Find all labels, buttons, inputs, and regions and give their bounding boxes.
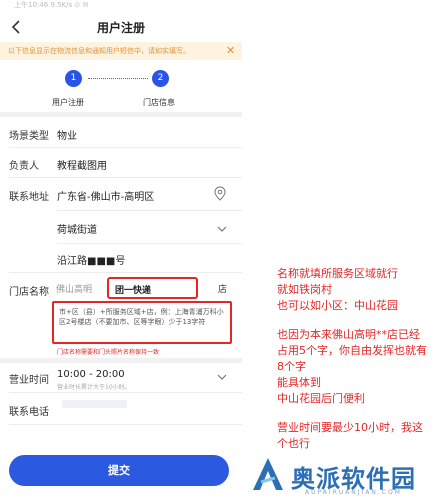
shop-name-prefix: 佛山高明 bbox=[56, 285, 93, 295]
annotation-line: 也因为本来佛山高明**店已经 bbox=[277, 328, 420, 341]
annotation-line: 就如铁岗村 bbox=[277, 283, 332, 296]
row-divider bbox=[9, 392, 242, 393]
contact-label: 负责人 bbox=[9, 161, 39, 172]
page-title: 用户注册 bbox=[96, 21, 145, 35]
step-2-circle: 2 bbox=[152, 70, 169, 87]
annotation-line: 能具体到 bbox=[277, 376, 321, 389]
location-pin-icon[interactable] bbox=[214, 186, 226, 202]
shop-name-value: 团一快递 bbox=[115, 286, 152, 296]
shop-name-input[interactable]: 团一快递 bbox=[107, 277, 198, 299]
shop-name-warning: 门店名称需要和门头照片名称保持一致 bbox=[57, 349, 160, 356]
row-divider bbox=[57, 210, 242, 211]
watermark-sub: AUPAIRUANJIAN.COM bbox=[305, 489, 402, 496]
venue-type-select[interactable]: 物业 bbox=[57, 127, 77, 142]
row-divider bbox=[57, 243, 242, 244]
step-1-label: 用户注册 bbox=[52, 98, 84, 107]
step-2-label: 门店信息 bbox=[143, 98, 175, 107]
region-select[interactable]: 广东省-佛山市-高明区 bbox=[57, 188, 154, 203]
shop-name-label: 门店名称 bbox=[9, 287, 49, 298]
hours-label: 营业时间 bbox=[9, 375, 49, 386]
row-divider bbox=[9, 177, 242, 178]
row-divider bbox=[9, 424, 242, 425]
shop-name-suffix: 店 bbox=[218, 285, 228, 295]
shop-name-hint-box: 市+区（县）+所服务区域+店，例：上海青浦万科小区2号楼店（不要加市、区等字眼）… bbox=[52, 301, 232, 344]
section-divider bbox=[0, 112, 242, 117]
section-divider bbox=[0, 358, 242, 363]
row-divider bbox=[9, 147, 242, 148]
annotation-line: 中山花园后门便利 bbox=[277, 392, 365, 405]
close-icon[interactable]: ✕ bbox=[226, 44, 235, 57]
logo-a-icon bbox=[253, 458, 283, 490]
annotation-line: 名称就填所服务区域就行 bbox=[277, 267, 398, 280]
watermark-logo: 奥派软件园 AUPAIRUANJIAN.COM bbox=[245, 456, 433, 500]
street-select[interactable]: 荷城街道 bbox=[57, 221, 97, 236]
submit-button[interactable]: 提交 bbox=[9, 455, 229, 486]
notice-banner: 以下信息显示在物流信息和通知用户短信中，请如实填写。 ✕ bbox=[0, 42, 242, 60]
venue-type-label: 场景类型 bbox=[9, 131, 49, 142]
status-bar: 上午10:46 9.5K/s ⊙ ✉ bbox=[0, 0, 433, 12]
hours-select[interactable]: 10:00 - 20:00 bbox=[57, 369, 125, 380]
step-indicator: 1 2 用户注册 门店信息 bbox=[0, 60, 242, 112]
phone-label: 联系电话 bbox=[9, 407, 49, 418]
contact-field[interactable]: 教程截图用 bbox=[57, 157, 107, 172]
address-detail-field[interactable]: 沿江路■■■号 bbox=[57, 252, 125, 267]
annotation-line: 占用5个字，你自由发挥也就有 bbox=[277, 344, 427, 357]
chevron-down-icon[interactable] bbox=[217, 224, 227, 234]
hours-note: 营业时长累计大于10小时。 bbox=[57, 384, 131, 391]
chevron-down-icon[interactable] bbox=[217, 372, 227, 382]
annotation-line: 营业时间要最少10小时，我这 bbox=[277, 421, 423, 434]
row-divider bbox=[9, 272, 242, 273]
annotation-line: 8个字 bbox=[277, 360, 306, 373]
step-1-circle: 1 bbox=[65, 70, 82, 87]
address-label: 联系地址 bbox=[9, 192, 49, 203]
phone-field[interactable] bbox=[62, 400, 127, 408]
annotation-line: 也可以如小区：中山花园 bbox=[277, 299, 398, 312]
nav-bar: 用户注册 bbox=[0, 12, 242, 42]
step-connector bbox=[88, 78, 148, 79]
status-bar-text: 上午10:46 9.5K/s ⊙ ✉ bbox=[14, 1, 89, 9]
annotation-line: 个也行 bbox=[277, 437, 310, 450]
shop-name-hint: 市+区（县）+所服务区域+店，例：上海青浦万科小区2号楼店（不要加市、区等字眼）… bbox=[59, 308, 224, 326]
notice-text: 以下信息显示在物流信息和通知用户短信中，请如实填写。 bbox=[8, 47, 190, 55]
